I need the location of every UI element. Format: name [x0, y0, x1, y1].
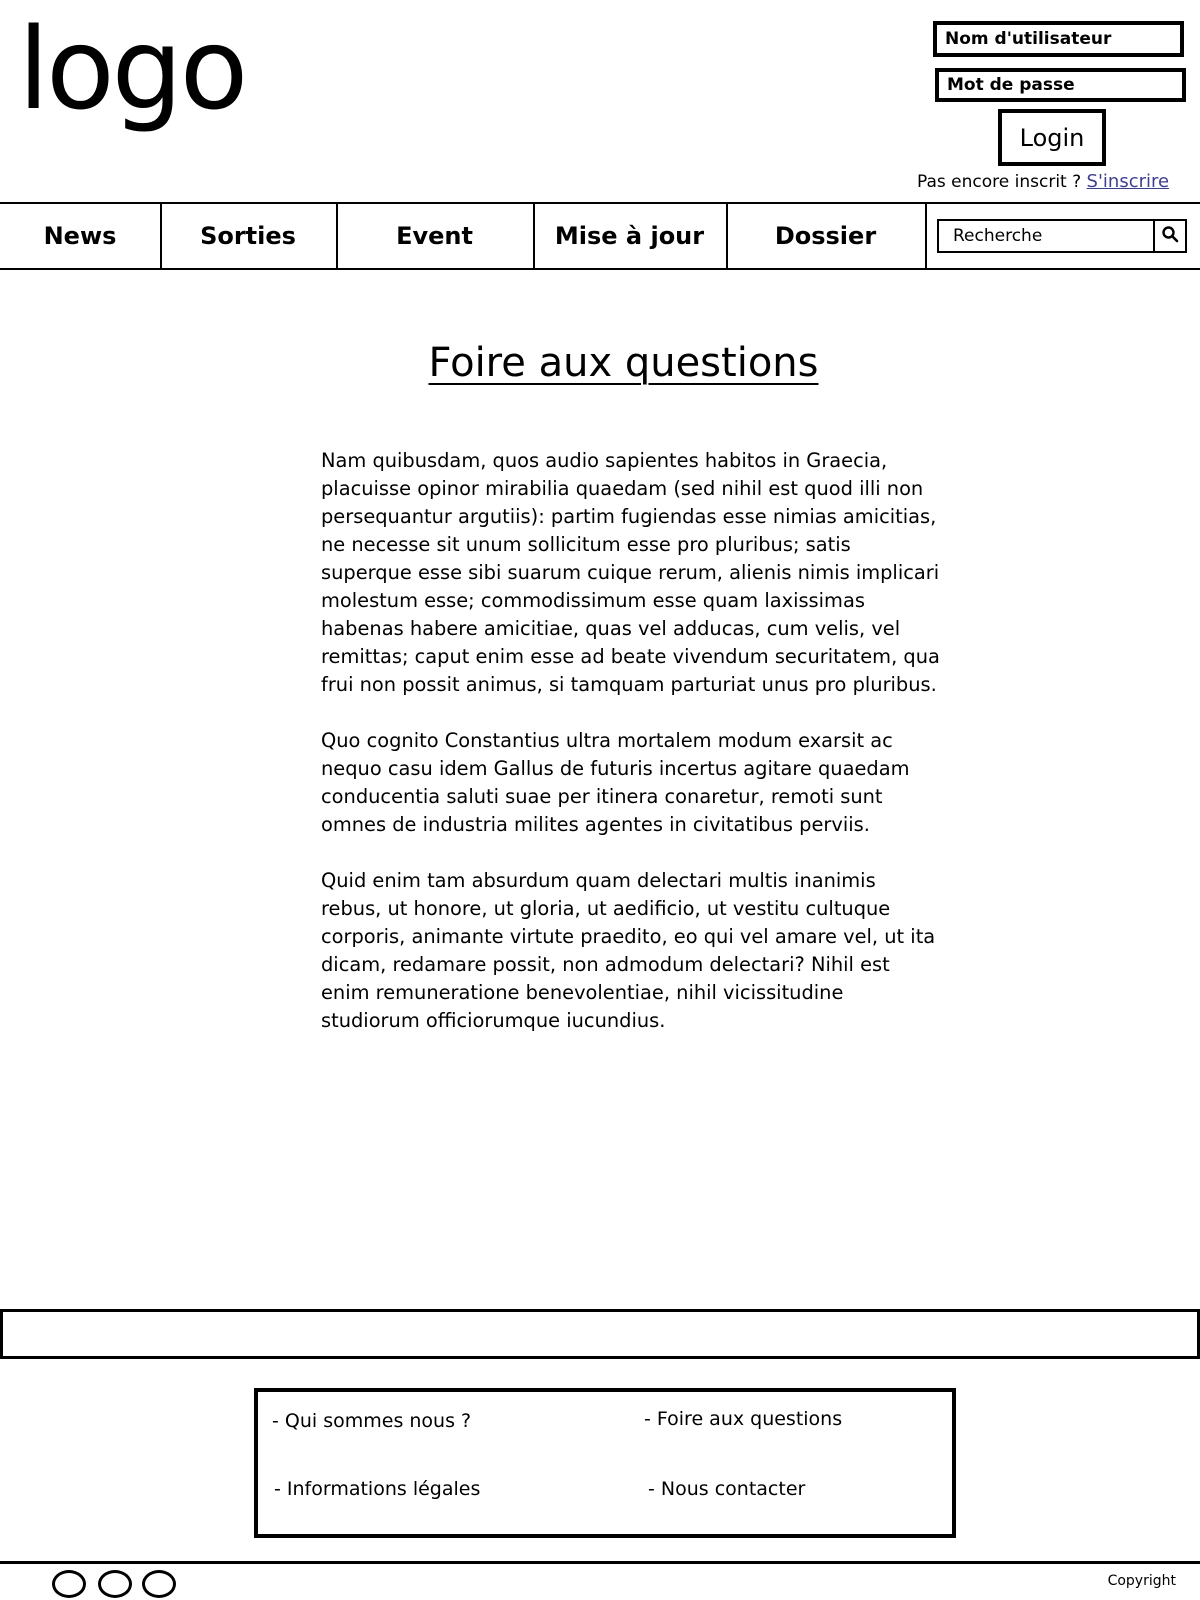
page-title: Foire aux questions: [428, 340, 819, 386]
bottom-bar: Copyright: [0, 1561, 1200, 1600]
logo[interactable]: logo: [18, 0, 248, 140]
username-field[interactable]: [933, 21, 1184, 57]
social-icon[interactable]: [142, 1570, 176, 1598]
search-box: [937, 219, 1187, 253]
copyright: Copyright: [1107, 1573, 1176, 1589]
search-input[interactable]: [939, 221, 1155, 251]
footer-links: - Qui sommes nous ? - Foire aux question…: [254, 1388, 956, 1538]
nav-item-news[interactable]: News: [0, 204, 162, 268]
social-icon[interactable]: [52, 1570, 86, 1598]
footer-link-contact[interactable]: - Nous contacter: [648, 1478, 805, 1500]
search-button[interactable]: [1155, 221, 1185, 251]
register-prompt: Pas encore inscrit ? S'inscrire: [917, 171, 1169, 192]
password-field[interactable]: [935, 68, 1186, 102]
paragraph: Quo cognito Constantius ultra mortalem m…: [321, 729, 910, 836]
nav-item-dossier[interactable]: Dossier: [726, 204, 927, 268]
main-nav: News Sorties Event Mise à jour Dossier: [0, 202, 1200, 270]
footer-link-faq[interactable]: - Foire aux questions: [644, 1408, 842, 1430]
footer-link-about[interactable]: - Qui sommes nous ?: [272, 1410, 471, 1432]
nav-item-event[interactable]: Event: [336, 204, 535, 268]
nav-item-mise-a-jour[interactable]: Mise à jour: [533, 204, 728, 268]
register-link[interactable]: S'inscrire: [1087, 171, 1170, 192]
social-icon[interactable]: [98, 1570, 132, 1598]
search-icon: [1161, 225, 1179, 247]
nav-item-sorties[interactable]: Sorties: [160, 204, 338, 268]
footer-band: [0, 1309, 1200, 1359]
paragraph: Nam quibusdam, quos audio sapientes habi…: [321, 449, 940, 696]
footer-link-legal[interactable]: - Informations légales: [274, 1478, 480, 1500]
paragraph: Quid enim tam absurdum quam delectari mu…: [321, 869, 936, 1032]
faq-article: Nam quibusdam, quos audio sapientes habi…: [321, 447, 941, 1063]
register-prompt-text: Pas encore inscrit ?: [917, 172, 1082, 192]
login-button[interactable]: Login: [998, 109, 1106, 166]
